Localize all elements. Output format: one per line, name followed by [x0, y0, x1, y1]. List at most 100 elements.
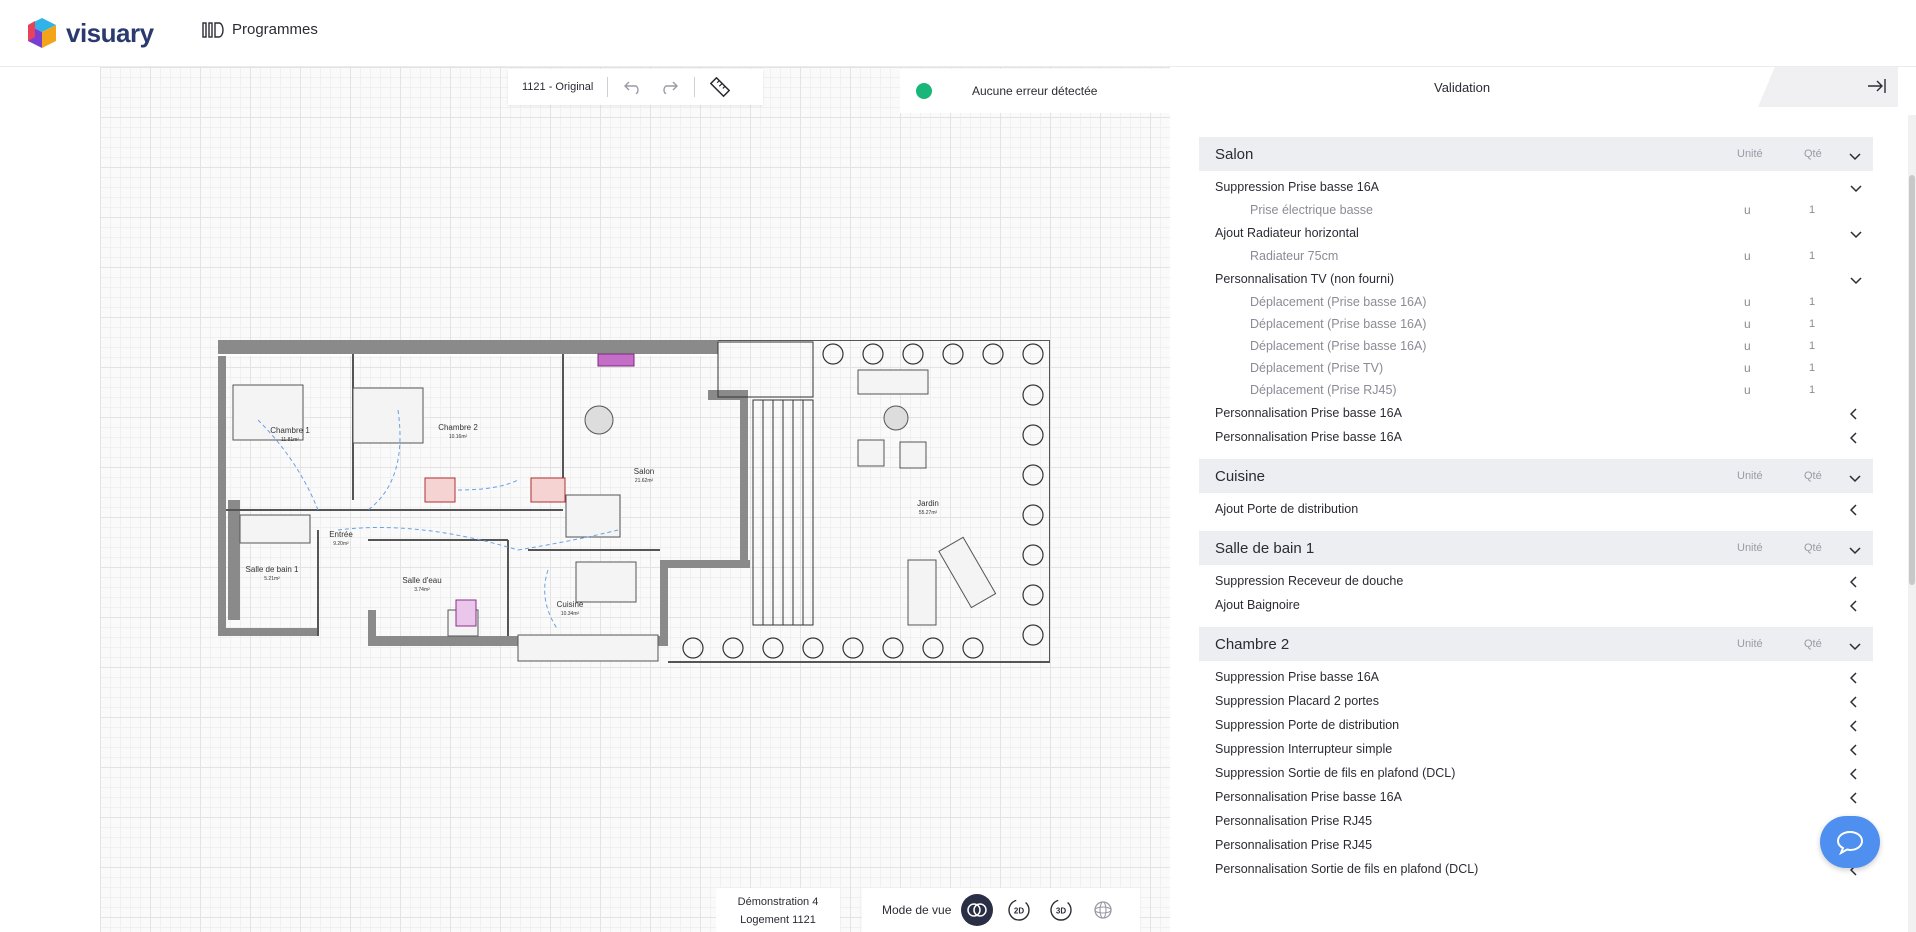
plan-area-entree: 9.20m² — [333, 541, 349, 547]
plan-label-chambre1: Chambre 1 — [270, 426, 310, 435]
chevron-left-icon[interactable] — [1849, 432, 1858, 447]
chevron-down-icon[interactable] — [1850, 228, 1862, 242]
chat-icon — [1836, 830, 1864, 855]
sub-item-label: Déplacement (Prise basse 16A) — [1250, 295, 1427, 309]
col-qty-header: Qté — [1804, 470, 1822, 482]
chevron-down-icon[interactable] — [1849, 470, 1861, 488]
chevron-left-icon[interactable] — [1849, 744, 1858, 759]
chat-button[interactable] — [1820, 816, 1880, 868]
chevron-left-icon[interactable] — [1849, 768, 1858, 783]
view-mode-label: Mode de vue — [882, 903, 952, 917]
project-name: Démonstration 4 — [737, 896, 819, 908]
unit-name: Logement 1121 — [740, 914, 816, 926]
sub-item-unit: u — [1744, 203, 1751, 217]
chevron-down-icon[interactable] — [1850, 274, 1862, 288]
plan-area-salle-eau: 3.74m² — [414, 587, 430, 593]
list-item[interactable]: Personnalisation Prise basse 16A — [1199, 401, 1873, 425]
chevron-left-icon[interactable] — [1849, 600, 1858, 615]
list-item[interactable]: Personnalisation Sortie de fils en plafo… — [1199, 857, 1873, 881]
project-info: Démonstration 4 Logement 1121 — [716, 888, 840, 932]
panel-scrollbar[interactable] — [1908, 115, 1916, 932]
sub-item-qty: 1 — [1809, 296, 1816, 308]
chevron-left-icon[interactable] — [1849, 720, 1858, 735]
ruler-icon[interactable] — [709, 76, 731, 98]
chevron-down-icon[interactable] — [1850, 182, 1862, 196]
plan-label-salon: Salon — [634, 467, 654, 476]
sub-item-qty: 1 — [1809, 362, 1816, 374]
plan-label-cuisine: Cuisine — [557, 600, 584, 609]
chevron-left-icon[interactable] — [1849, 792, 1858, 807]
list-item[interactable]: Suppression Interrupteur simple — [1199, 737, 1873, 761]
view-3d-button[interactable]: 3D — [1045, 894, 1077, 926]
list-item[interactable]: Personnalisation Prise RJ45 — [1199, 809, 1873, 833]
col-qty-header: Qté — [1804, 638, 1822, 650]
toolbar-divider — [694, 77, 696, 97]
section-name: Cuisine — [1215, 467, 1266, 485]
col-unit-header: Unité — [1737, 638, 1763, 650]
list-item[interactable]: Ajout Radiateur horizontal — [1199, 221, 1873, 245]
list-item[interactable]: Ajout Baignoire — [1199, 593, 1873, 617]
sub-item: Prise électrique basse u 1 — [1199, 199, 1873, 221]
list-item[interactable]: Personnalisation Prise basse 16A — [1199, 785, 1873, 809]
plan-label-chambre2: Chambre 2 — [438, 423, 478, 432]
list-item[interactable]: Personnalisation TV (non fourni) — [1199, 267, 1873, 291]
version-label[interactable]: 1121 - Original — [522, 81, 593, 93]
item-label: Ajout Radiateur horizontal — [1215, 226, 1359, 240]
section-name: Salon — [1215, 145, 1254, 163]
scroll-thumb[interactable] — [1909, 175, 1915, 585]
list-item[interactable]: Suppression Porte de distribution — [1199, 713, 1873, 737]
chevron-down-icon[interactable] — [1849, 638, 1861, 656]
sub-item-qty: 1 — [1809, 204, 1816, 216]
list-item[interactable]: Suppression Sortie de fils en plafond (D… — [1199, 761, 1873, 785]
collapse-panel-icon[interactable] — [1866, 77, 1888, 100]
chevron-left-icon[interactable] — [1849, 504, 1858, 519]
view-vr-button[interactable] — [1087, 894, 1119, 926]
plan-label-sdb: Salle de bain 1 — [246, 565, 299, 574]
sub-item-qty: 1 — [1809, 340, 1816, 352]
sub-item: Déplacement (Prise basse 16A) u 1 — [1199, 335, 1873, 357]
item-label: Ajout Baignoire — [1215, 598, 1300, 612]
view-2d-button[interactable]: 2D — [1003, 894, 1035, 926]
validation-list: Salon Unité Qté Suppression Prise basse … — [1199, 137, 1873, 891]
plan-area-cuisine: 10.34m² — [561, 611, 580, 617]
status-message: Aucune erreur détectée — [972, 84, 1098, 98]
redo-icon[interactable] — [658, 76, 680, 98]
item-label: Personnalisation Prise RJ45 — [1215, 838, 1373, 852]
undo-icon[interactable] — [622, 76, 644, 98]
list-item[interactable]: Ajout Porte de distribution — [1199, 497, 1873, 521]
section-header[interactable]: Salle de bain 1 Unité Qté — [1199, 531, 1873, 565]
plan-label-salle-eau: Salle d'eau — [402, 576, 441, 585]
sub-item-unit: u — [1744, 361, 1751, 375]
section-header[interactable]: Chambre 2 Unité Qté — [1199, 627, 1873, 661]
list-item[interactable]: Personnalisation Prise RJ45 — [1199, 833, 1873, 857]
chevron-left-icon[interactable] — [1849, 576, 1858, 591]
col-unit-header: Unité — [1737, 470, 1763, 482]
logo-text: visuary — [66, 17, 154, 48]
chevron-left-icon[interactable] — [1849, 408, 1858, 423]
section-header[interactable]: Salon Unité Qté — [1199, 137, 1873, 171]
visuary-logo[interactable]: visuary — [26, 16, 154, 50]
view-overlay-button[interactable] — [961, 894, 994, 926]
sub-item-unit: u — [1744, 249, 1751, 263]
nav-programmes[interactable]: Programmes — [202, 21, 318, 38]
item-label: Suppression Prise basse 16A — [1215, 180, 1379, 194]
sub-item-unit: u — [1744, 295, 1751, 309]
validation-panel: Validation Salon Unité Qté Suppression P… — [1170, 67, 1916, 932]
chevron-down-icon[interactable] — [1849, 148, 1861, 166]
chevron-down-icon[interactable] — [1849, 542, 1861, 560]
floor-plan[interactable]: Chambre 1 11.81m² Chambre 2 10.16m² Salo… — [218, 340, 1050, 666]
list-item[interactable]: Personnalisation Prise basse 16A — [1199, 425, 1873, 449]
list-item[interactable]: Suppression Prise basse 16A — [1199, 665, 1873, 689]
plan-area-jardin: 55.27m² — [919, 510, 938, 516]
list-item[interactable]: Suppression Prise basse 16A — [1199, 175, 1873, 199]
sub-item: Déplacement (Prise basse 16A) u 1 — [1199, 291, 1873, 313]
chevron-left-icon[interactable] — [1849, 672, 1858, 687]
left-gutter — [0, 67, 100, 932]
section-header[interactable]: Cuisine Unité Qté — [1199, 459, 1873, 493]
section-name: Salle de bain 1 — [1215, 539, 1315, 557]
sub-item-label: Déplacement (Prise TV) — [1250, 361, 1384, 375]
list-item[interactable]: Suppression Receveur de douche — [1199, 569, 1873, 593]
plan-label-entree: Entrée — [329, 530, 353, 539]
chevron-left-icon[interactable] — [1849, 696, 1858, 711]
list-item[interactable]: Suppression Placard 2 portes — [1199, 689, 1873, 713]
